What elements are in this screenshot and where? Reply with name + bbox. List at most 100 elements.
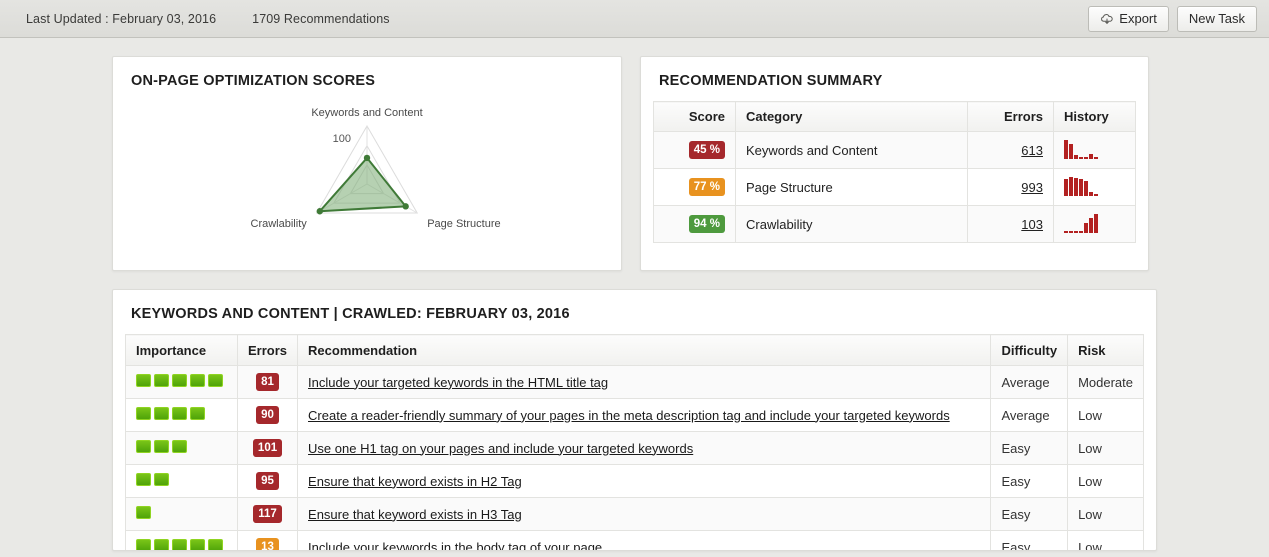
status-badge: 77 % [689,178,725,196]
table-row: 95 Ensure that keyword exists in H2 Tag Ea… [126,465,1144,498]
recommendation-link[interactable]: Create a reader-friendly summary of your… [308,408,950,423]
importance-meter [136,473,169,486]
keywords-col-recommendation[interactable]: Recommendation [298,335,991,366]
svg-text:Page Structure: Page Structure [427,218,500,230]
last-updated-label: Last Updated : February 03, 2016 [26,12,216,26]
errors-link[interactable]: 613 [1021,143,1043,158]
recommendation-link[interactable]: Ensure that keyword exists in H2 Tag [308,474,522,489]
score-cell: 77 % [654,169,736,206]
risk-cell: Low [1068,432,1144,465]
history-sparkline [1064,213,1098,233]
risk-cell: Low [1068,531,1144,552]
top-panel-row: ON-PAGE OPTIMIZATION SCORES 100Keywords … [0,56,1269,271]
recommendation-link[interactable]: Use one H1 tag on your pages and include… [308,441,693,456]
importance-meter [136,539,223,551]
errors-cell: 993 [968,169,1054,206]
errors-badge: 13 [256,538,279,551]
summary-col-history[interactable]: History [1054,102,1136,132]
keywords-col-errors[interactable]: Errors [238,335,298,366]
difficulty-cell: Average [991,399,1068,432]
risk-cell: Moderate [1068,366,1144,399]
errors-cell: 95 [238,465,298,498]
keywords-col-difficulty[interactable]: Difficulty [991,335,1068,366]
recommendation-cell: Include your targeted keywords in the HT… [298,366,991,399]
status-badge: 45 % [689,141,725,159]
score-cell: 94 % [654,206,736,243]
difficulty-cell: Easy [991,465,1068,498]
errors-cell: 81 [238,366,298,399]
importance-cell [126,432,238,465]
importance-cell [126,531,238,552]
radar-chart: 100 Keywords and Content Page Structure Cra… [113,89,621,259]
cloud-export-icon [1100,13,1114,25]
table-row: 13 Include your keywords in the body tag … [126,531,1144,552]
summary-panel-title: RECOMMENDATION SUMMARY [641,57,1148,89]
recommendation-link[interactable]: Include your targeted keywords in the HT… [308,375,608,390]
summary-header-row: Score Category Errors History [654,102,1136,132]
topbar-actions: Export New Task [1088,6,1257,32]
risk-cell: Low [1068,498,1144,531]
table-row: 94 % Crawlability 103 [654,206,1136,243]
table-row: 45 % Keywords and Content 613 [654,132,1136,169]
recommendation-cell: Ensure that keyword exists in H2 Tag [298,465,991,498]
importance-meter [136,506,151,519]
errors-cell: 103 [968,206,1054,243]
svg-text:100: 100 [333,133,351,145]
table-row: 117 Ensure that keyword exists in H3 Tag E… [126,498,1144,531]
errors-cell: 613 [968,132,1054,169]
importance-cell [126,399,238,432]
keywords-panel-title: KEYWORDS AND CONTENT | CRAWLED: FEBRUARY… [113,290,1156,322]
errors-link[interactable]: 103 [1021,217,1043,232]
recommendation-link[interactable]: Ensure that keyword exists in H3 Tag [308,507,522,522]
table-row: 90Create a reader-friendly summary of yo… [126,399,1144,432]
importance-meter [136,440,187,453]
risk-cell: Low [1068,465,1144,498]
difficulty-cell: Easy [991,531,1068,552]
recommendation-cell: Ensure that keyword exists in H3 Tag [298,498,991,531]
top-bar: Last Updated : February 03, 2016 1709 Re… [0,0,1269,38]
table-row: 101 Use one H1 tag on your pages and incl… [126,432,1144,465]
keywords-col-importance[interactable]: Importance [126,335,238,366]
status-badge: 94 % [689,215,725,233]
summary-col-score[interactable]: Score [654,102,736,132]
summary-col-category[interactable]: Category [736,102,968,132]
summary-col-errors[interactable]: Errors [968,102,1054,132]
history-cell [1054,206,1136,243]
recommendation-summary-panel: RECOMMENDATION SUMMARY Score Category Er… [640,56,1149,271]
keywords-table-body: 81 Include your targeted keywords in the … [126,366,1144,552]
export-button-label: Export [1119,11,1157,26]
keywords-table-head: Importance Errors Recommendation Difficu… [126,335,1144,366]
export-button[interactable]: Export [1088,6,1169,32]
table-row: 81 Include your targeted keywords in the … [126,366,1144,399]
keywords-header-row: Importance Errors Recommendation Difficu… [126,335,1144,366]
svg-text:Keywords and Content: Keywords and Content [311,107,422,119]
recommendations-count-label: 1709 Recommendations [252,12,390,26]
category-cell: Keywords and Content [736,132,968,169]
errors-link[interactable]: 993 [1021,180,1043,195]
summary-table-head: Score Category Errors History [654,102,1136,132]
risk-cell: Low [1068,399,1144,432]
category-cell: Crawlability [736,206,968,243]
difficulty-cell: Easy [991,498,1068,531]
history-sparkline [1064,139,1098,159]
history-cell [1054,132,1136,169]
errors-cell: 13 [238,531,298,552]
errors-badge: 117 [253,505,282,523]
difficulty-cell: Average [991,366,1068,399]
recommendation-link[interactable]: Include your keywords in the body tag of… [308,540,602,552]
history-sparkline [1064,176,1098,196]
recommendation-cell: Create a reader-friendly summary of your… [298,399,991,432]
recommendation-cell: Include your keywords in the body tag of… [298,531,991,552]
errors-badge: 101 [253,439,282,457]
history-cell [1054,169,1136,206]
page-content: ON-PAGE OPTIMIZATION SCORES 100Keywords … [0,38,1269,551]
new-task-button[interactable]: New Task [1177,6,1257,32]
svg-text:Crawlability: Crawlability [251,218,308,230]
difficulty-cell: Easy [991,432,1068,465]
errors-cell: 101 [238,432,298,465]
summary-table-body: 45 %Keywords and Content61377 %Page Stru… [654,132,1136,243]
importance-cell [126,498,238,531]
keywords-col-risk[interactable]: Risk [1068,335,1144,366]
topbar-meta: Last Updated : February 03, 2016 1709 Re… [26,12,390,26]
importance-meter [136,374,223,387]
